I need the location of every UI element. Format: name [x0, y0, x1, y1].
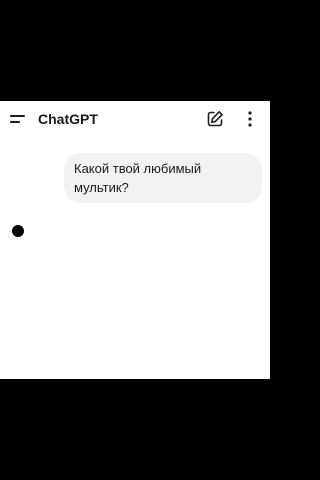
more-options-button[interactable]: [243, 109, 257, 129]
typing-indicator: [12, 225, 24, 237]
top-app-bar: ChatGPT: [0, 101, 270, 137]
menu-button[interactable]: [6, 109, 28, 129]
app-title: ChatGPT: [38, 111, 98, 127]
edit-icon: [207, 111, 223, 127]
user-message-bubble: Какой твой любимый мультик?: [64, 153, 262, 203]
new-chat-button[interactable]: [205, 109, 225, 129]
chat-screen: ChatGPT Какой твой любимый мультик?: [0, 101, 270, 379]
more-vertical-icon: [248, 111, 252, 127]
